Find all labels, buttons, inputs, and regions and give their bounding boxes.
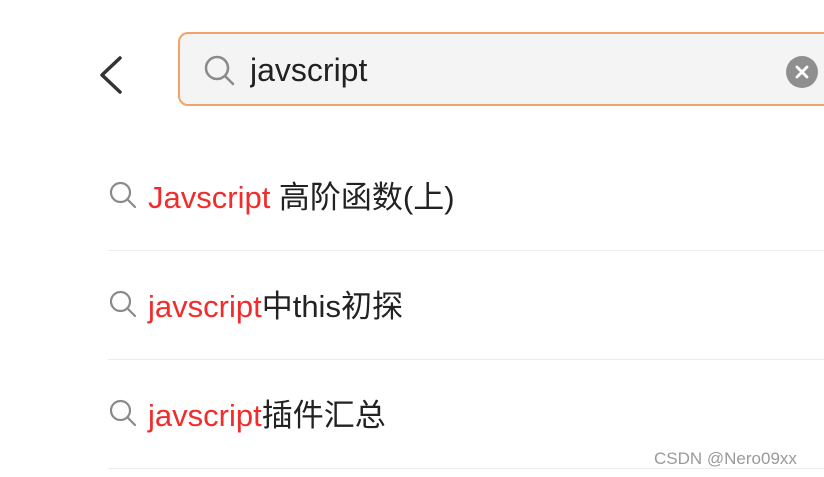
clear-icon bbox=[795, 65, 809, 79]
search-icon bbox=[108, 289, 138, 319]
back-button[interactable] bbox=[96, 54, 128, 96]
suggestion-rest: 高阶函数(上) bbox=[270, 180, 455, 215]
suggestion-highlight: Javscript bbox=[148, 180, 271, 215]
chevron-left-icon bbox=[100, 56, 122, 94]
suggestion-text: javscript中this初探 bbox=[148, 287, 403, 327]
suggestion-item[interactable]: javscript中this初探 bbox=[108, 251, 824, 360]
search-icon bbox=[108, 398, 138, 428]
suggestion-highlight: javscript bbox=[148, 398, 262, 433]
search-icon bbox=[202, 53, 238, 89]
suggestion-item[interactable]: Javscript 高阶函数(上) bbox=[108, 142, 824, 251]
clear-button[interactable] bbox=[786, 56, 818, 88]
suggestion-rest: 插件汇总 bbox=[261, 398, 386, 433]
search-bar[interactable] bbox=[178, 32, 824, 106]
suggestion-highlight: javscript bbox=[148, 289, 262, 324]
suggestion-list: Javscript 高阶函数(上) javscript中this初探 javsc… bbox=[108, 142, 824, 469]
suggestion-rest: 中this初探 bbox=[261, 289, 403, 324]
search-input[interactable] bbox=[250, 46, 750, 94]
suggestion-text: javscript插件汇总 bbox=[148, 396, 386, 436]
suggestion-text: Javscript 高阶函数(上) bbox=[148, 178, 455, 218]
watermark: CSDN @Nero09xx bbox=[654, 449, 797, 468]
search-icon bbox=[108, 180, 138, 210]
